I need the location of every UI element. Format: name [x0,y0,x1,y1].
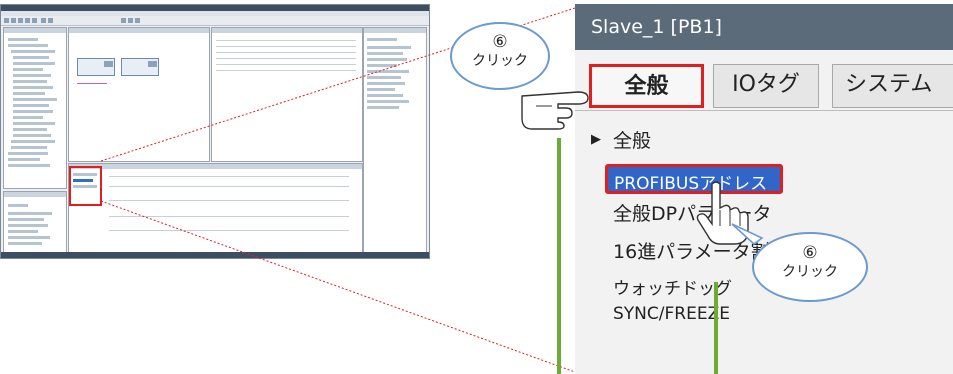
zoom-title: Slave_1 [PB1] [591,16,722,38]
callout-click-profibus: ⑥ クリック [752,232,868,302]
callout-tail [731,223,764,246]
zoom-tab-strip: 全般 IOタグ システム [575,56,953,111]
pointing-hand-icon [521,91,589,130]
nav-item-sync-freeze[interactable]: SYNC/FREEZE [613,304,730,324]
expand-arrow-icon[interactable]: ▶ [591,132,601,147]
zoom-title-bar: Slave_1 [PB1] [575,4,953,50]
tab-system[interactable]: システム [832,64,953,108]
zoomed-inspector: Slave_1 [PB1] 全般 IOタグ システム ▶ 全般 PROFIBUS… [575,4,953,374]
pointer-line-left [557,138,561,374]
zoom-connector-bottom [100,200,576,373]
tab-io-tags[interactable]: IOタグ [713,64,819,108]
section-general-header[interactable]: 全般 [613,126,651,153]
pointer-line-right [714,282,718,374]
